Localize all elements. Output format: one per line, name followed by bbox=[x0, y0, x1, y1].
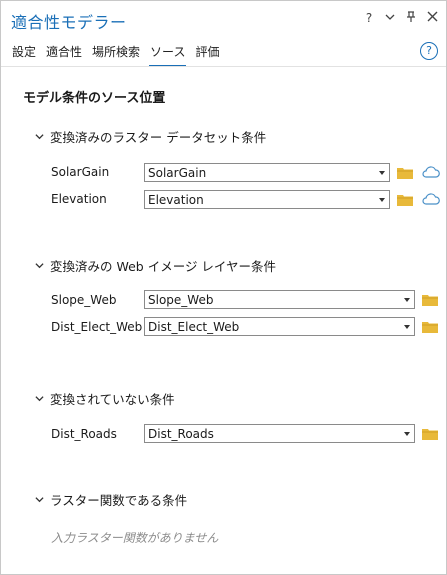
section-heading: 変換済みの Web イメージ レイヤー条件 bbox=[50, 259, 277, 274]
folder-icon[interactable] bbox=[397, 194, 413, 206]
section-heading: 変換済みのラスター データセット条件 bbox=[50, 130, 267, 145]
pin-icon[interactable] bbox=[405, 11, 417, 25]
close-icon[interactable] bbox=[426, 11, 438, 25]
suitability-modeler-pane: 適合性モデラー ? 設定 適合性 場所検索 ソース 評価 ? モデル条件のソース… bbox=[0, 0, 447, 575]
section-raster-function-header[interactable]: ラスター関数である条件 bbox=[35, 490, 187, 509]
dropdown-arrow-icon bbox=[379, 171, 385, 175]
dropdown-arrow-icon bbox=[379, 198, 385, 202]
dropdown-arrow-icon bbox=[404, 432, 410, 436]
source-combo-slope-web[interactable]: Slope_Web bbox=[144, 290, 415, 309]
source-combo-dist-elect-web[interactable]: Dist_Elect_Web bbox=[144, 317, 415, 336]
options-menu-button[interactable] bbox=[384, 11, 396, 25]
help-icon[interactable]: ? bbox=[420, 42, 438, 60]
chevron-down-icon bbox=[35, 134, 44, 140]
tab-divider bbox=[1, 66, 446, 67]
criterion-label: Slope_Web bbox=[51, 293, 117, 307]
section-heading: 変換されていない条件 bbox=[50, 392, 175, 407]
empty-raster-function-note: 入力ラスター関数がありません bbox=[51, 531, 219, 545]
criterion-label: Elevation bbox=[51, 192, 107, 206]
section-unconverted-header[interactable]: 変換されていない条件 bbox=[35, 389, 175, 408]
chevron-down-icon bbox=[35, 396, 44, 402]
chevron-down-icon bbox=[35, 497, 44, 503]
tab-evaluate[interactable]: 評価 bbox=[190, 43, 224, 65]
panel-title: モデル条件のソース位置 bbox=[23, 91, 166, 106]
criterion-label: SolarGain bbox=[51, 165, 110, 179]
title-bar: 適合性モデラー ? bbox=[1, 1, 446, 37]
tab-suitability[interactable]: 適合性 bbox=[41, 43, 87, 65]
folder-icon[interactable] bbox=[422, 428, 438, 440]
cloud-icon[interactable] bbox=[422, 193, 440, 205]
combo-value: SolarGain bbox=[148, 166, 207, 180]
tab-settings[interactable]: 設定 bbox=[7, 43, 41, 65]
pane-title: 適合性モデラー bbox=[11, 13, 127, 32]
tab-strip: 設定 適合性 場所検索 ソース 評価 bbox=[7, 43, 224, 67]
dropdown-arrow-icon bbox=[404, 325, 410, 329]
chevron-down-icon bbox=[35, 263, 44, 269]
source-combo-dist-roads[interactable]: Dist_Roads bbox=[144, 424, 415, 443]
criterion-label: Dist_Elect_Web bbox=[51, 320, 143, 334]
source-combo-elevation[interactable]: Elevation bbox=[144, 190, 390, 209]
folder-icon[interactable] bbox=[422, 321, 438, 333]
folder-icon[interactable] bbox=[422, 294, 438, 306]
dropdown-arrow-icon bbox=[404, 298, 410, 302]
section-heading: ラスター関数である条件 bbox=[50, 493, 188, 508]
combo-value: Elevation bbox=[148, 193, 204, 207]
combo-value: Dist_Elect_Web bbox=[148, 320, 240, 334]
folder-icon[interactable] bbox=[397, 167, 413, 179]
combo-value: Dist_Roads bbox=[148, 427, 214, 441]
tab-locate[interactable]: 場所検索 bbox=[87, 43, 145, 65]
combo-value: Slope_Web bbox=[148, 293, 214, 307]
section-converted-raster-header[interactable]: 変換済みのラスター データセット条件 bbox=[35, 127, 266, 146]
title-controls: ? bbox=[363, 11, 438, 25]
source-combo-solargain[interactable]: SolarGain bbox=[144, 163, 390, 182]
cloud-icon[interactable] bbox=[422, 166, 440, 178]
help-button[interactable]: ? bbox=[363, 11, 375, 25]
section-converted-web-header[interactable]: 変換済みの Web イメージ レイヤー条件 bbox=[35, 256, 276, 275]
tab-sources[interactable]: ソース bbox=[145, 43, 190, 67]
criterion-label: Dist_Roads bbox=[51, 427, 117, 441]
